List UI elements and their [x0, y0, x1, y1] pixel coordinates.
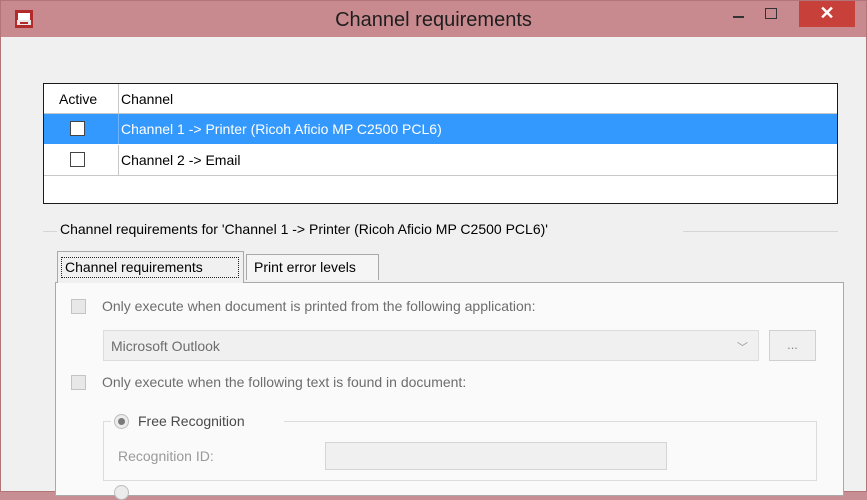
active-checkbox[interactable]: [70, 121, 85, 136]
column-separator[interactable]: [118, 84, 119, 113]
only-text-checkbox[interactable]: [71, 375, 86, 390]
column-header-channel[interactable]: Channel: [121, 91, 173, 107]
active-checkbox[interactable]: [70, 152, 85, 167]
only-application-label: Only execute when document is printed fr…: [102, 298, 536, 314]
title-bar[interactable]: Channel requirements ✕: [1, 1, 866, 37]
tab-label: Channel requirements: [61, 257, 239, 278]
maximize-button[interactable]: [757, 1, 783, 29]
channel-cell[interactable]: Channel 2 -> Email: [121, 152, 240, 168]
application-select-value: Microsoft Outlook: [111, 338, 220, 354]
channel-requirements-window: Channel requirements ✕ Active Channel Ch…: [0, 0, 867, 500]
group-border: [683, 231, 838, 232]
group-legend: Channel requirements for 'Channel 1 -> P…: [60, 221, 548, 237]
grid-header: Active Channel: [44, 84, 837, 114]
channel-grid[interactable]: Active Channel Channel 1 -> Printer (Ric…: [43, 83, 838, 204]
cell-separator: [118, 145, 119, 175]
minimize-button[interactable]: [726, 1, 752, 29]
free-recognition-radio[interactable]: [114, 414, 129, 429]
close-icon: ✕: [819, 3, 835, 23]
tab-print-error-levels[interactable]: Print error levels: [246, 254, 379, 280]
recognition-id-label: Recognition ID:: [118, 448, 214, 464]
chevron-down-icon: ﹀: [737, 342, 748, 354]
second-recognition-radio[interactable]: [114, 485, 129, 500]
table-row[interactable]: Channel 1 -> Printer (Ricoh Aficio MP C2…: [44, 114, 837, 144]
only-text-label: Only execute when the following text is …: [102, 374, 467, 390]
only-application-checkbox[interactable]: [71, 299, 86, 314]
column-header-active[interactable]: Active: [59, 91, 97, 107]
free-recognition-label: Free Recognition: [138, 413, 245, 429]
cell-separator: [118, 114, 119, 144]
close-button[interactable]: ✕: [799, 1, 855, 27]
tab-channel-requirements[interactable]: Channel requirements: [57, 251, 244, 283]
channel-cell[interactable]: Channel 1 -> Printer (Ricoh Aficio MP C2…: [121, 121, 442, 137]
table-row[interactable]: Channel 2 -> Email: [44, 145, 837, 176]
recognition-id-input[interactable]: [325, 442, 667, 470]
browse-button[interactable]: ...: [769, 330, 816, 361]
application-select[interactable]: Microsoft Outlook ﹀: [103, 330, 759, 361]
group-border: [43, 231, 57, 232]
